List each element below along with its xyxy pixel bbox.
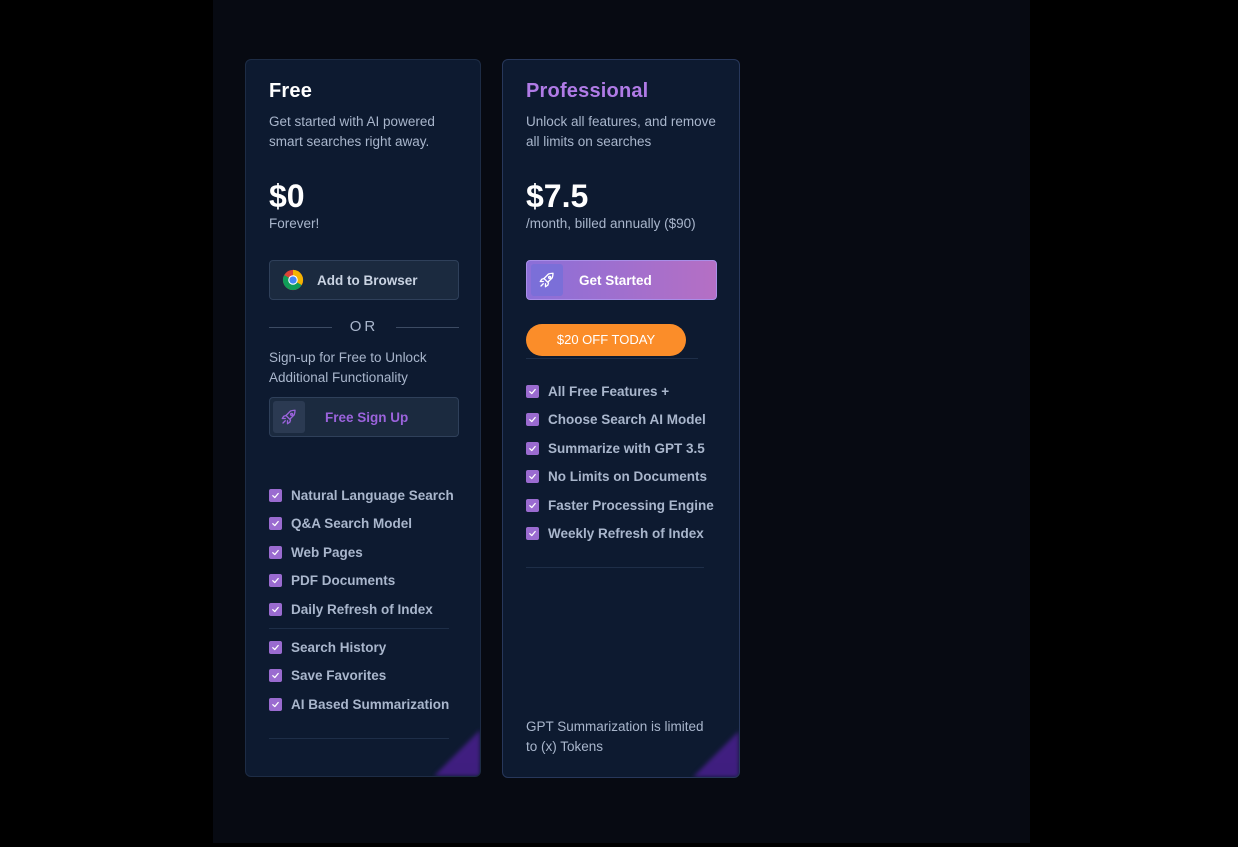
check-icon — [526, 470, 539, 484]
feature-label: Weekly Refresh of Index — [548, 526, 704, 542]
price-subtitle: /month, billed annually ($90) — [526, 216, 696, 231]
feature-label: PDF Documents — [291, 573, 396, 589]
feature-item: Web Pages — [269, 538, 469, 567]
feature-label: AI Based Summarization — [291, 696, 450, 712]
plan-description: Get started with AI powered smart search… — [269, 114, 435, 149]
check-icon — [269, 545, 282, 559]
feature-label: Summarize with GPT 3.5 — [548, 440, 705, 456]
add-to-browser-label: Add to Browser — [317, 272, 418, 288]
check-icon — [269, 517, 282, 531]
check-icon — [269, 602, 282, 616]
free-plan-card: Free Get started with AI powered smart s… — [245, 59, 481, 777]
feature-item: All Free Features + — [526, 377, 726, 406]
check-icon — [526, 384, 539, 398]
feature-label: Search History — [291, 639, 387, 655]
check-icon — [269, 669, 282, 683]
divider-line — [396, 327, 459, 328]
feature-label: Choose Search AI Model — [548, 412, 706, 428]
feature-label: Q&A Search Model — [291, 516, 413, 532]
discount-badge: $20 OFF TODAY — [526, 324, 686, 356]
check-icon — [269, 488, 282, 502]
feature-label: Faster Processing Engine — [548, 497, 714, 513]
free-sign-up-label: Free Sign Up — [325, 409, 409, 425]
signup-description: Sign-up for Free to Unlock Additional Fu… — [269, 350, 427, 385]
feature-separator — [526, 567, 704, 568]
feature-separator — [526, 358, 698, 359]
free-feature-list: Natural Language Search Q&A Search Model W… — [269, 481, 469, 624]
pro-feature-list: All Free Features + Choose Search AI Mode… — [526, 377, 726, 548]
feature-item: Choose Search AI Model — [526, 406, 726, 435]
check-icon — [269, 574, 282, 588]
feature-separator — [269, 628, 449, 629]
feature-label: Save Favorites — [291, 668, 387, 684]
card-bottom-separator — [269, 738, 449, 739]
add-to-browser-button[interactable]: Add to Browser — [269, 260, 459, 300]
check-icon — [526, 441, 539, 455]
card-corner-glow — [434, 730, 480, 776]
check-icon — [269, 697, 282, 711]
check-icon — [526, 413, 539, 427]
feature-label: All Free Features + — [548, 383, 670, 399]
professional-plan-card: Professional Unlock all features, and re… — [502, 59, 740, 778]
rocket-icon — [273, 401, 305, 433]
feature-label: No Limits on Documents — [548, 469, 708, 485]
rocket-icon — [531, 264, 563, 296]
check-icon — [269, 640, 282, 654]
feature-item: Save Favorites — [269, 662, 469, 691]
feature-label: Web Pages — [291, 544, 363, 560]
feature-item: Q&A Search Model — [269, 510, 469, 539]
plan-price: $7.5 — [526, 178, 589, 214]
plan-title: Free — [269, 80, 313, 102]
feature-item: Summarize with GPT 3.5 — [526, 434, 726, 463]
feature-item: No Limits on Documents — [526, 463, 726, 492]
check-icon — [526, 498, 539, 512]
feature-item: AI Based Summarization — [269, 690, 469, 719]
get-started-button[interactable]: Get Started — [526, 260, 717, 300]
feature-item: Search History — [269, 633, 469, 662]
footnote: GPT Summarization is limited to (x) Toke… — [526, 719, 704, 754]
feature-item: PDF Documents — [269, 567, 469, 596]
or-divider: OR — [269, 318, 459, 338]
plan-price: $0 — [269, 178, 305, 214]
plan-title: Professional — [526, 80, 649, 102]
feature-label: Natural Language Search — [291, 487, 454, 503]
chrome-icon — [282, 269, 304, 291]
price-subtitle: Forever! — [269, 216, 320, 231]
feature-label: Daily Refresh of Index — [291, 601, 433, 617]
feature-item: Daily Refresh of Index — [269, 595, 469, 624]
get-started-label: Get Started — [579, 272, 652, 288]
check-icon — [526, 527, 539, 541]
plan-description: Unlock all features, and remove all limi… — [526, 114, 716, 149]
feature-item: Faster Processing Engine — [526, 491, 726, 520]
free-sign-up-button[interactable]: Free Sign Up — [269, 397, 459, 437]
feature-item: Weekly Refresh of Index — [526, 520, 726, 549]
feature-item: Natural Language Search — [269, 481, 469, 510]
free-extra-feature-list: Search History Save Favorites AI Based Sum… — [269, 633, 469, 719]
